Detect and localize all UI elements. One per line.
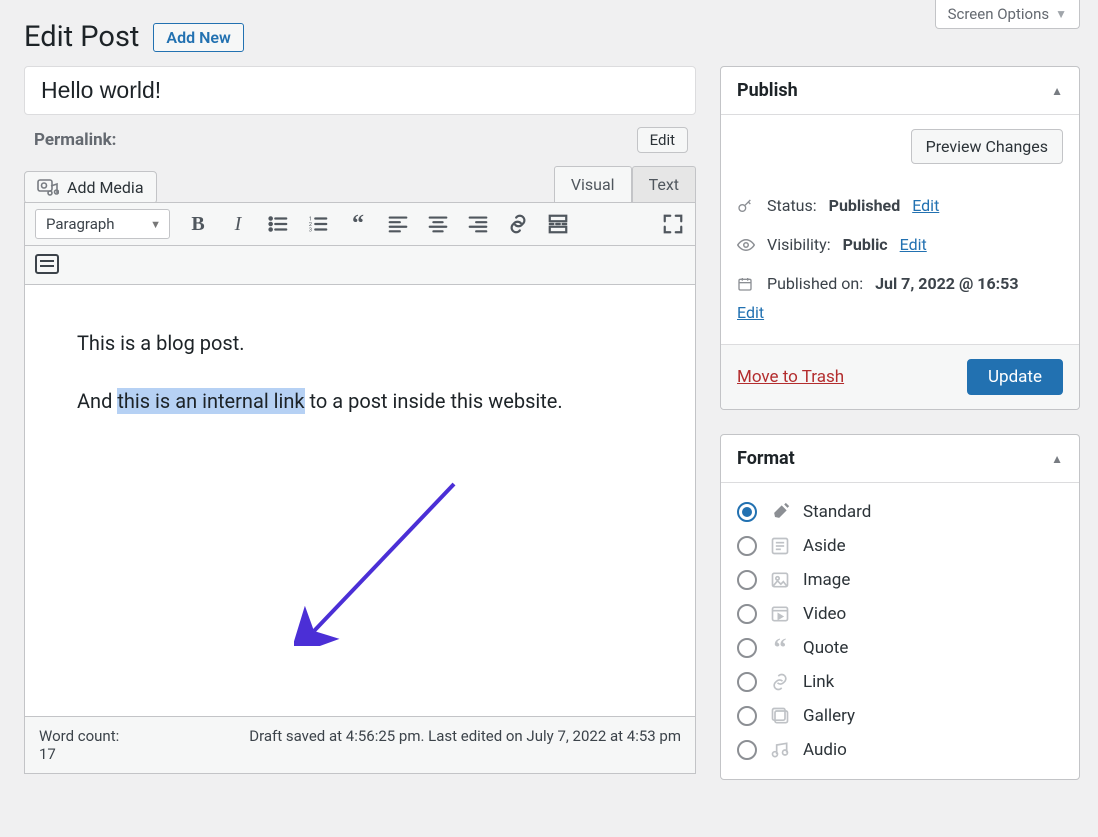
bulleted-list-button[interactable] bbox=[266, 212, 290, 236]
word-count-label: Word count: bbox=[39, 727, 119, 745]
format-option-link[interactable]: Link bbox=[737, 665, 1063, 699]
italic-button[interactable]: I bbox=[226, 212, 250, 236]
format-option-label: Aside bbox=[803, 536, 846, 556]
radio-icon bbox=[737, 740, 757, 760]
publish-metabox: Publish ▲ Preview Changes Status: Publis… bbox=[720, 66, 1080, 410]
published-label: Published on: bbox=[767, 274, 863, 293]
fullscreen-button[interactable] bbox=[661, 212, 685, 236]
editor-toolbar-row2 bbox=[24, 246, 696, 285]
post-title-input[interactable] bbox=[24, 66, 696, 115]
blockquote-button[interactable]: “ bbox=[346, 212, 370, 236]
add-new-button[interactable]: Add New bbox=[153, 23, 243, 52]
format-metabox: Format ▲ Standard Aside Image Video “ Quote Li… bbox=[720, 434, 1080, 780]
preview-changes-button[interactable]: Preview Changes bbox=[911, 129, 1063, 164]
add-media-label: Add Media bbox=[67, 178, 144, 197]
camera-music-icon bbox=[37, 179, 59, 197]
format-option-gallery[interactable]: Gallery bbox=[737, 699, 1063, 733]
format-option-video[interactable]: Video bbox=[737, 597, 1063, 631]
screen-options-button[interactable]: Screen Options ▼ bbox=[935, 0, 1080, 29]
format-option-standard[interactable]: Standard bbox=[737, 495, 1063, 529]
text-run: to a post inside this website. bbox=[305, 389, 563, 413]
permalink-label: Permalink: bbox=[34, 130, 116, 150]
editor-content-area[interactable]: This is a blog post. And this is an inte… bbox=[24, 285, 696, 717]
format-option-image[interactable]: Image bbox=[737, 563, 1063, 597]
align-right-button[interactable] bbox=[466, 212, 490, 236]
format-option-label: Video bbox=[803, 604, 846, 624]
chevron-down-icon: ▼ bbox=[1055, 7, 1067, 21]
save-info: Draft saved at 4:56:25 pm. Last edited o… bbox=[249, 727, 681, 763]
video-icon bbox=[769, 604, 791, 624]
chevron-up-icon: ▲ bbox=[1051, 84, 1063, 98]
format-option-label: Image bbox=[803, 570, 850, 590]
key-icon bbox=[737, 198, 755, 214]
permalink-edit-button[interactable]: Edit bbox=[637, 127, 688, 153]
format-option-audio[interactable]: Audio bbox=[737, 733, 1063, 767]
svg-text:3: 3 bbox=[309, 227, 312, 233]
standard-icon bbox=[769, 502, 791, 522]
status-value: Published bbox=[829, 196, 901, 215]
status-label: Status: bbox=[767, 196, 817, 215]
radio-icon bbox=[737, 536, 757, 556]
page-title: Edit Post bbox=[24, 20, 139, 54]
tab-visual[interactable]: Visual bbox=[554, 166, 632, 202]
radio-icon bbox=[737, 570, 757, 590]
radio-icon bbox=[737, 604, 757, 624]
editor-paragraph: And this is an internal link to a post i… bbox=[77, 389, 643, 413]
link-icon bbox=[769, 672, 791, 692]
format-option-aside[interactable]: Aside bbox=[737, 529, 1063, 563]
audio-icon bbox=[769, 740, 791, 760]
format-toggle[interactable]: Format ▲ bbox=[721, 435, 1079, 483]
format-title: Format bbox=[737, 448, 795, 469]
editor-status-bar: Word count: 17 Draft saved at 4:56:25 pm… bbox=[24, 717, 696, 774]
insert-link-button[interactable] bbox=[506, 212, 530, 236]
chevron-up-icon: ▲ bbox=[1051, 452, 1063, 466]
format-option-label: Link bbox=[803, 672, 834, 692]
calendar-icon bbox=[737, 276, 755, 292]
numbered-list-button[interactable]: 123 bbox=[306, 212, 330, 236]
aside-icon bbox=[769, 536, 791, 556]
radio-icon bbox=[737, 706, 757, 726]
block-format-value: Paragraph bbox=[46, 215, 115, 233]
update-button[interactable]: Update bbox=[967, 359, 1063, 395]
radio-icon bbox=[737, 638, 757, 658]
text-run: And bbox=[77, 389, 117, 413]
gallery-icon bbox=[769, 706, 791, 726]
format-option-label: Quote bbox=[803, 638, 848, 658]
visibility-value: Public bbox=[843, 235, 888, 254]
image-icon bbox=[769, 570, 791, 590]
move-to-trash-link[interactable]: Move to Trash bbox=[737, 367, 844, 387]
add-media-button[interactable]: Add Media bbox=[24, 171, 157, 204]
quote-icon: “ bbox=[769, 641, 791, 655]
format-option-quote[interactable]: “ Quote bbox=[737, 631, 1063, 665]
visibility-label: Visibility: bbox=[767, 235, 831, 254]
keyboard-shortcuts-button[interactable] bbox=[35, 252, 59, 276]
eye-icon bbox=[737, 238, 755, 252]
status-edit-link[interactable]: Edit bbox=[912, 196, 939, 215]
read-more-button[interactable] bbox=[546, 212, 570, 236]
visibility-edit-link[interactable]: Edit bbox=[900, 235, 927, 254]
align-left-button[interactable] bbox=[386, 212, 410, 236]
block-format-select[interactable]: Paragraph ▼ bbox=[35, 209, 170, 239]
radio-icon bbox=[737, 672, 757, 692]
editor-toolbar: Paragraph ▼ B I 123 “ bbox=[24, 202, 696, 246]
published-value: Jul 7, 2022 @ 16:53 bbox=[875, 274, 1018, 293]
editor-paragraph: This is a blog post. bbox=[77, 331, 643, 355]
format-option-label: Audio bbox=[803, 740, 847, 760]
published-edit-link[interactable]: Edit bbox=[737, 303, 764, 322]
format-option-label: Gallery bbox=[803, 706, 855, 726]
publish-toggle[interactable]: Publish ▲ bbox=[721, 67, 1079, 115]
publish-title: Publish bbox=[737, 80, 798, 101]
align-center-button[interactable] bbox=[426, 212, 450, 236]
screen-options-label: Screen Options bbox=[948, 5, 1050, 23]
selected-text: this is an internal link bbox=[117, 388, 304, 414]
word-count-value: 17 bbox=[39, 745, 56, 763]
caret-down-icon: ▼ bbox=[150, 218, 161, 231]
tab-text[interactable]: Text bbox=[632, 166, 696, 202]
bold-button[interactable]: B bbox=[186, 212, 210, 236]
radio-icon bbox=[737, 502, 757, 522]
format-option-label: Standard bbox=[803, 502, 871, 522]
